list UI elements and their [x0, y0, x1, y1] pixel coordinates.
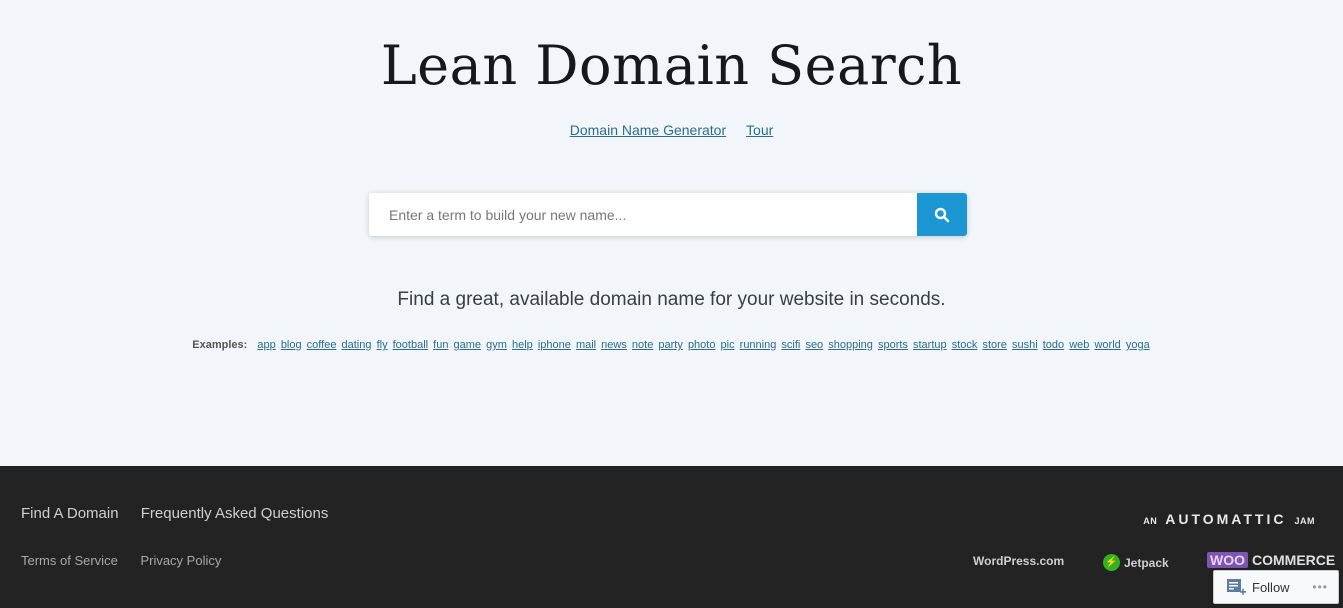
example-link[interactable]: news — [601, 339, 627, 351]
example-link[interactable]: game — [454, 339, 482, 351]
example-link[interactable]: web — [1069, 339, 1089, 351]
footer-link-find-a-domain[interactable]: Find A Domain — [21, 505, 119, 522]
page-title: Lean Domain Search — [380, 34, 963, 97]
header-nav: Domain Name Generator Tour — [0, 122, 1343, 138]
wordpress-logo[interactable]: WordPress.com — [973, 554, 1064, 568]
automattic-prefix: AN — [1143, 516, 1158, 526]
example-link[interactable]: stock — [952, 339, 978, 351]
footer-secondary-nav: Terms of Service Privacy Policy — [21, 553, 240, 568]
automattic-name: AUTOMATTIC — [1165, 511, 1287, 527]
automattic-logo[interactable]: AN AUTOMATTIC JAM — [1143, 511, 1315, 527]
example-link[interactable]: app — [257, 339, 275, 351]
example-link[interactable]: fly — [377, 339, 388, 351]
commerce-label: COMMERCE — [1252, 552, 1336, 568]
example-link[interactable]: photo — [688, 339, 716, 351]
search-icon — [934, 207, 950, 222]
example-link[interactable]: coffee — [307, 339, 337, 351]
examples-label: Examples: — [192, 339, 248, 351]
wordpress-label: WordPress.com — [973, 554, 1065, 568]
search-bar — [369, 193, 967, 236]
example-link[interactable]: party — [658, 339, 682, 351]
footer-primary-nav: Find A Domain Frequently Asked Questions — [21, 505, 346, 522]
example-link[interactable]: todo — [1043, 339, 1064, 351]
example-link[interactable]: iphone — [538, 339, 571, 351]
footer-link-faq[interactable]: Frequently Asked Questions — [141, 505, 329, 522]
example-link[interactable]: sushi — [1012, 339, 1038, 351]
example-link[interactable]: seo — [805, 339, 823, 351]
follow-label: Follow — [1252, 579, 1290, 595]
example-link[interactable]: football — [393, 339, 428, 351]
nav-tour[interactable]: Tour — [746, 122, 773, 138]
example-link[interactable]: fun — [433, 339, 448, 351]
search-input[interactable] — [369, 193, 917, 236]
examples-list: Examples: app blog coffee dating fly foo… — [0, 339, 1343, 351]
example-link[interactable]: world — [1094, 339, 1120, 351]
example-links: app blog coffee dating fly football fun … — [256, 339, 1150, 351]
jetpack-label: Jetpack — [1124, 555, 1169, 570]
example-link[interactable]: startup — [913, 339, 947, 351]
more-options-icon[interactable]: ••• — [1312, 580, 1328, 594]
example-link[interactable]: store — [982, 339, 1006, 351]
jetpack-logo[interactable]: ⚡ Jetpack — [1103, 554, 1169, 571]
example-link[interactable]: mail — [576, 339, 596, 351]
reader-follow-icon — [1227, 579, 1246, 595]
jetpack-icon: ⚡ — [1103, 554, 1120, 571]
example-link[interactable]: running — [740, 339, 777, 351]
nav-domain-name-generator[interactable]: Domain Name Generator — [570, 122, 726, 138]
automattic-suffix: JAM — [1294, 516, 1315, 526]
follow-widget[interactable]: Follow ••• — [1213, 570, 1339, 604]
footer-link-terms[interactable]: Terms of Service — [21, 553, 118, 568]
example-link[interactable]: blog — [281, 339, 302, 351]
footer-link-privacy[interactable]: Privacy Policy — [140, 553, 221, 568]
example-link[interactable]: yoga — [1126, 339, 1150, 351]
example-link[interactable]: shopping — [828, 339, 873, 351]
woocommerce-logo[interactable]: WOO COMMERCE — [1207, 552, 1335, 568]
example-link[interactable]: note — [632, 339, 653, 351]
example-link[interactable]: gym — [486, 339, 507, 351]
woo-label: WOO — [1207, 552, 1248, 568]
footer: Find A Domain Frequently Asked Questions… — [0, 466, 1343, 608]
example-link[interactable]: sports — [878, 339, 908, 351]
search-button[interactable] — [917, 193, 967, 236]
main-section: Lean Domain Search Domain Name Generator… — [0, 0, 1343, 466]
example-link[interactable]: scifi — [781, 339, 800, 351]
example-link[interactable]: pic — [721, 339, 735, 351]
tagline: Find a great, available domain name for … — [397, 289, 946, 310]
example-link[interactable]: help — [512, 339, 533, 351]
example-link[interactable]: dating — [342, 339, 372, 351]
